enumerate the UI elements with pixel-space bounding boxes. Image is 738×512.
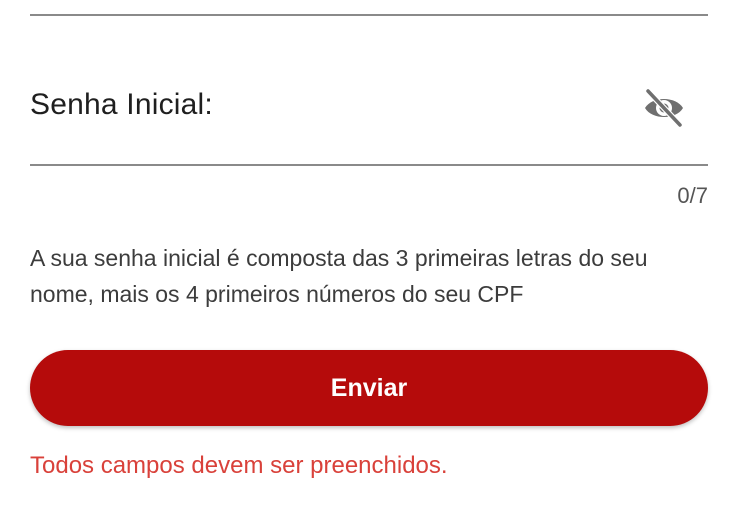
- error-message: Todos campos devem ser preenchidos.: [30, 452, 448, 479]
- form-page: Senha Inicial: 0/7 A sua senha inicial é…: [0, 0, 738, 512]
- password-underline: [30, 164, 708, 166]
- password-helper-text: A sua senha inicial é composta das 3 pri…: [30, 245, 648, 307]
- submit-button[interactable]: Enviar: [30, 350, 708, 426]
- eye-off-icon: [645, 88, 683, 128]
- password-label: Senha Inicial:: [30, 88, 213, 121]
- char-counter: 0/7: [677, 183, 708, 208]
- previous-field-underline: [30, 14, 708, 16]
- password-field[interactable]: Senha Inicial:: [30, 60, 708, 166]
- password-visibility-toggle[interactable]: [638, 82, 690, 134]
